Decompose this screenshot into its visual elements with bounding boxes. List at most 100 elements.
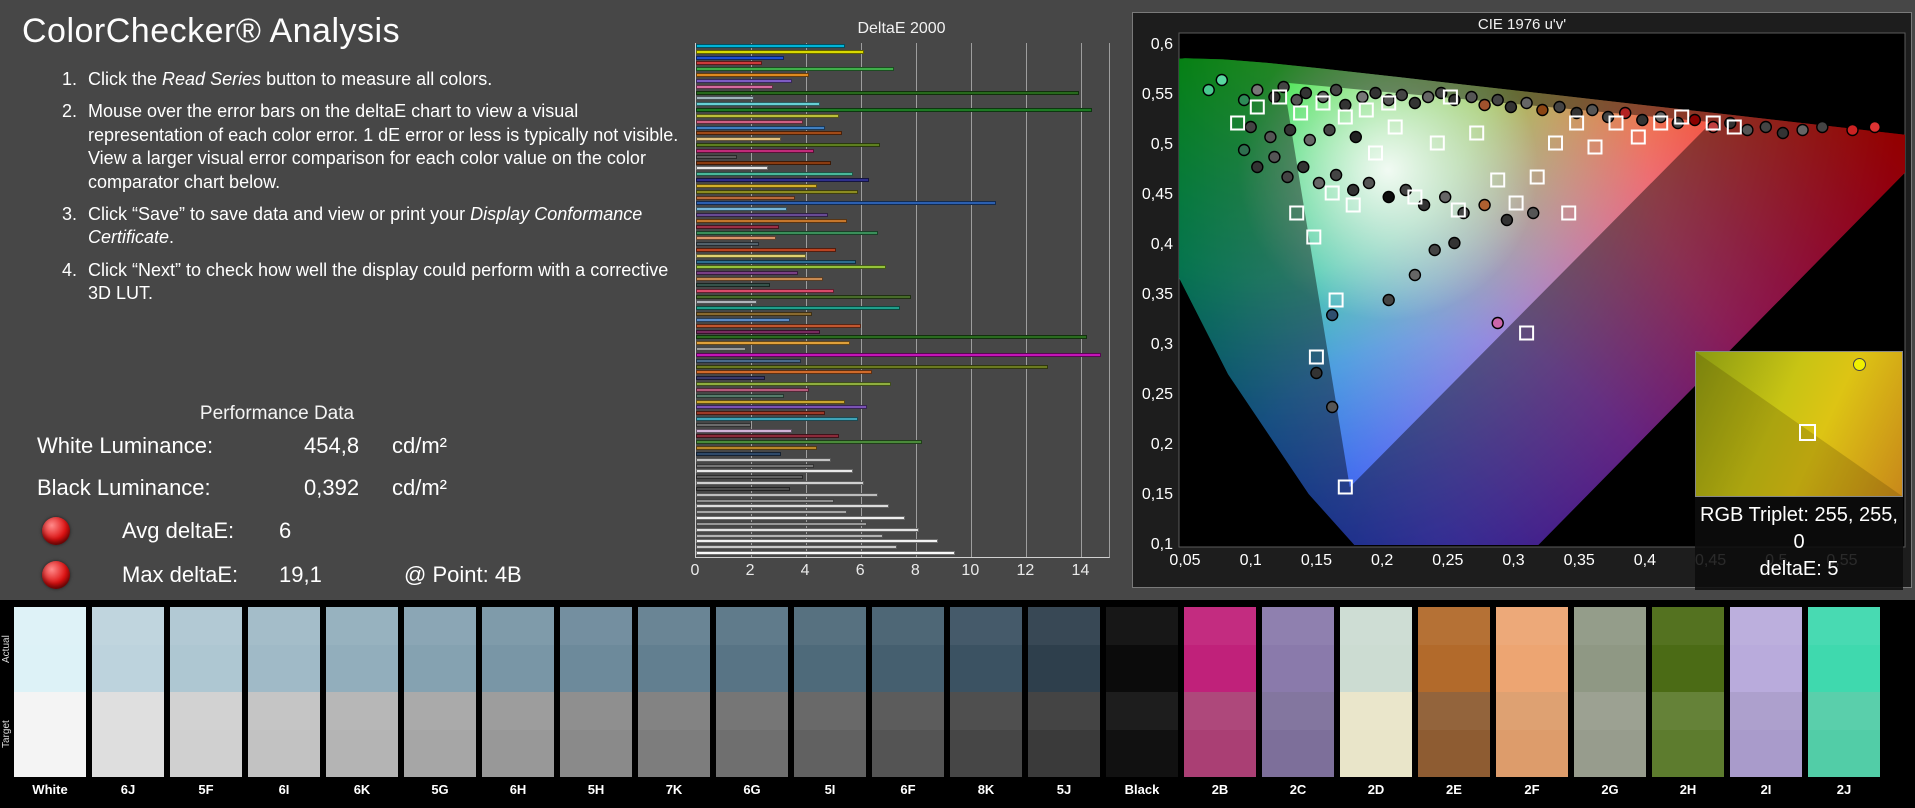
deltae-bar[interactable] (696, 143, 881, 148)
deltae-bar[interactable] (696, 475, 804, 480)
deltae-tick-label: 6 (855, 562, 865, 579)
deltae-bar[interactable] (696, 242, 760, 247)
deltae-bar[interactable] (696, 440, 922, 445)
deltae-bar[interactable] (696, 358, 801, 363)
deltae-bar[interactable] (696, 434, 840, 439)
deltae-plot[interactable] (695, 43, 1110, 558)
deltae-bar[interactable] (696, 312, 812, 317)
deltae-bar[interactable] (696, 137, 782, 142)
deltae-bar[interactable] (696, 78, 793, 83)
deltae-bar[interactable] (696, 201, 997, 206)
deltae-bar[interactable] (696, 446, 818, 451)
deltae-bar[interactable] (696, 195, 796, 200)
deltae-bar[interactable] (696, 288, 834, 293)
deltae-bar[interactable] (696, 55, 785, 60)
deltae-bar[interactable] (696, 265, 886, 270)
deltae-bar[interactable] (696, 527, 920, 532)
deltae-bar[interactable] (696, 516, 906, 521)
deltae-bar[interactable] (696, 428, 793, 433)
deltae-bar[interactable] (696, 218, 848, 223)
deltae-bar[interactable] (696, 148, 815, 153)
deltae-bar[interactable] (696, 335, 1087, 340)
cie-target-point (1553, 100, 1566, 114)
deltae-bar[interactable] (696, 271, 798, 276)
deltae-bar[interactable] (696, 387, 809, 392)
deltae-bar[interactable] (696, 172, 853, 177)
deltae-bar[interactable] (696, 61, 763, 66)
deltae-bar[interactable] (696, 492, 878, 497)
deltae-bar[interactable] (696, 352, 1101, 357)
deltae-bar[interactable] (696, 347, 746, 352)
deltae-bar[interactable] (696, 545, 897, 550)
deltae-bar[interactable] (696, 498, 834, 503)
deltae-bar[interactable] (696, 73, 809, 78)
deltae-bar[interactable] (696, 341, 851, 346)
deltae-bar[interactable] (696, 486, 790, 491)
deltae-bar[interactable] (696, 399, 845, 404)
deltae-bar[interactable] (696, 44, 845, 48)
deltae-bar[interactable] (696, 84, 774, 89)
cie-target-point (1237, 143, 1251, 157)
deltae-bar[interactable] (696, 370, 873, 375)
deltae-bar[interactable] (696, 382, 892, 387)
deltae-bar[interactable] (696, 422, 752, 427)
deltae-tick-label: 12 (1016, 562, 1035, 579)
deltae-bar[interactable] (696, 183, 818, 188)
deltae-bar[interactable] (696, 469, 853, 474)
deltae-bar[interactable] (696, 230, 878, 235)
deltae-bar[interactable] (696, 166, 768, 171)
deltae-bar[interactable] (696, 317, 790, 322)
deltae-bar[interactable] (696, 49, 864, 54)
deltae-bar[interactable] (696, 113, 840, 118)
deltae-bar[interactable] (696, 393, 785, 398)
deltae-bar[interactable] (696, 521, 867, 526)
deltae-bar[interactable] (696, 247, 837, 252)
deltae-bar[interactable] (696, 294, 911, 299)
deltae-bar[interactable] (696, 207, 787, 212)
deltae-bar[interactable] (696, 364, 1049, 369)
deltae-bar[interactable] (696, 504, 889, 509)
deltae-bar[interactable] (696, 551, 955, 556)
deltae-bar[interactable] (696, 178, 870, 183)
deltae-bar[interactable] (696, 300, 757, 305)
deltae-bar[interactable] (696, 411, 826, 416)
deltae-bar[interactable] (696, 90, 1079, 95)
deltae-bar[interactable] (696, 323, 862, 328)
deltae-bar[interactable] (696, 131, 842, 136)
cie-target-point (1448, 236, 1461, 250)
deltae-bar[interactable] (696, 481, 864, 486)
deltae-bar[interactable] (696, 213, 829, 218)
deltae-bar[interactable] (696, 236, 776, 241)
delta-rows: Avg deltaE: 6 Max deltaE: 19,1 @ Point: 4B (22, 509, 642, 597)
deltae-bar[interactable] (696, 463, 815, 468)
target-patch (170, 692, 242, 777)
deltae-bar[interactable] (696, 277, 823, 282)
deltae-bar[interactable] (696, 282, 771, 287)
deltae-bar[interactable] (696, 102, 820, 107)
cie-target-point (1215, 73, 1229, 87)
patch-label: 6J (120, 782, 136, 797)
target-patch (14, 692, 86, 777)
deltae-bar[interactable] (696, 533, 884, 538)
deltae-bar[interactable] (696, 376, 765, 381)
deltae-bar[interactable] (696, 457, 831, 462)
deltae-bar[interactable] (696, 510, 848, 515)
deltae-bar[interactable] (696, 329, 820, 334)
deltae-bar[interactable] (696, 67, 895, 72)
deltae-bar[interactable] (696, 119, 804, 124)
deltae-bar[interactable] (696, 189, 859, 194)
deltae-bar[interactable] (696, 224, 779, 229)
deltae-bar[interactable] (696, 96, 754, 101)
deltae-bar[interactable] (696, 108, 1093, 113)
deltae-bar[interactable] (696, 539, 939, 544)
deltae-bar[interactable] (696, 253, 807, 258)
deltae-bar[interactable] (696, 451, 782, 456)
deltae-bar[interactable] (696, 125, 826, 130)
deltae-bar[interactable] (696, 405, 867, 410)
deltae-bar[interactable] (696, 306, 900, 311)
deltae-bar[interactable] (696, 154, 738, 159)
deltae-bar[interactable] (696, 160, 831, 165)
deltae-bar[interactable] (696, 259, 856, 264)
deltae-bar[interactable] (696, 417, 859, 421)
cie-target-point (1796, 123, 1809, 137)
